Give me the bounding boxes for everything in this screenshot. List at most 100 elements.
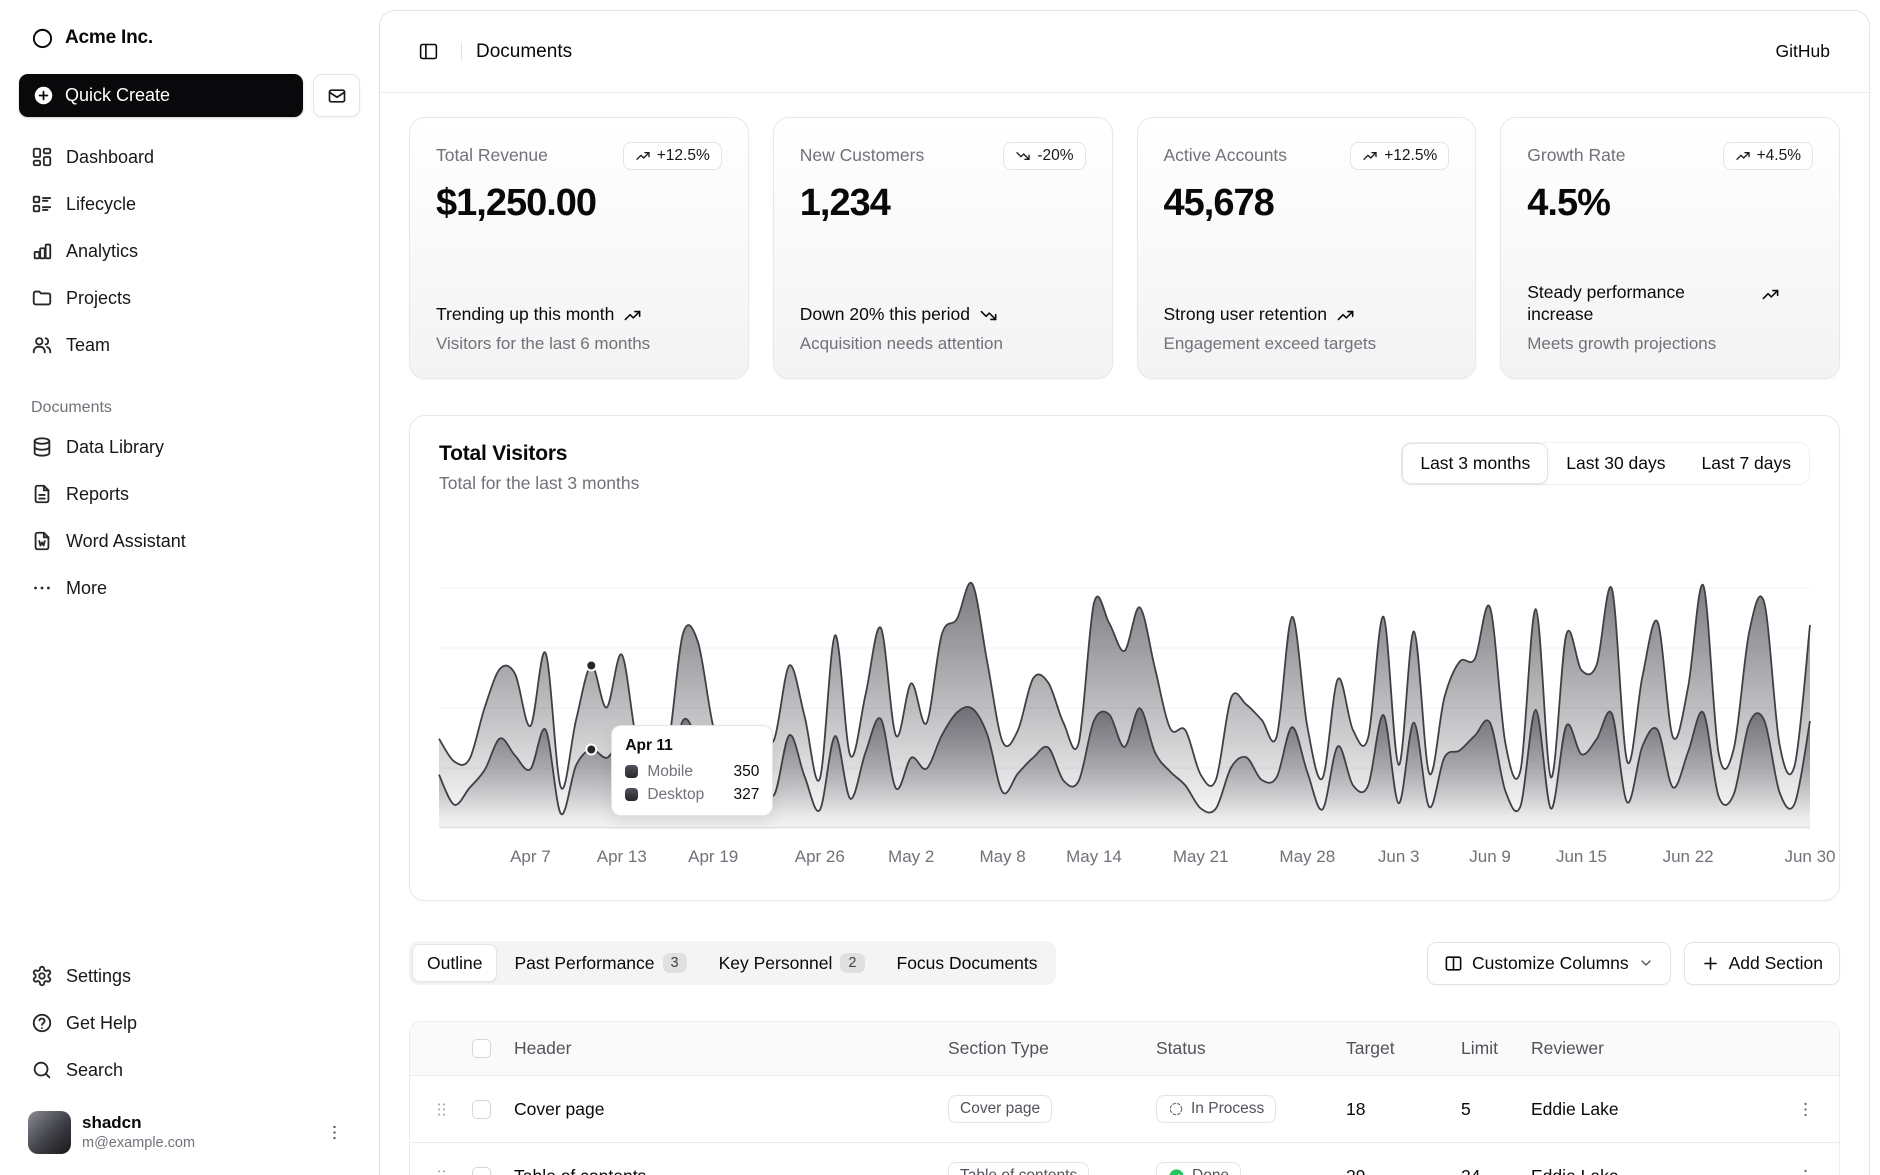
table-row: Cover page Cover page In Process 18 5 Ed… (410, 1075, 1839, 1142)
sidebar-item-search[interactable]: Search (19, 1048, 360, 1092)
avatar (28, 1111, 71, 1154)
sidebar-item-projects[interactable]: Projects (19, 276, 360, 320)
loader-icon (1168, 1101, 1184, 1117)
trending-up-icon (623, 306, 642, 325)
select-all-checkbox[interactable] (472, 1039, 491, 1058)
list-details-icon (31, 193, 53, 215)
grip-vertical-icon (432, 1167, 451, 1175)
row-checkbox[interactable] (472, 1100, 491, 1119)
tooltip-row: Mobile 350 (625, 763, 759, 781)
cell-target: 29 (1346, 1166, 1461, 1175)
sidebar-item-reports[interactable]: Reports (19, 472, 360, 516)
sidebar-item-lifecycle[interactable]: Lifecycle (19, 182, 360, 226)
dashboard-icon (31, 146, 53, 168)
svg-text:Apr 7: Apr 7 (510, 847, 551, 866)
row-checkbox[interactable] (472, 1167, 491, 1175)
tab-focus-documents[interactable]: Focus Documents (882, 944, 1053, 982)
range-last-7-days[interactable]: Last 7 days (1684, 443, 1810, 484)
range-last-3-months[interactable]: Last 3 months (1402, 443, 1548, 484)
sidebar-item-data-library[interactable]: Data Library (19, 425, 360, 469)
sidebar-item-analytics[interactable]: Analytics (19, 229, 360, 273)
svg-text:May 14: May 14 (1066, 847, 1122, 866)
stat-card-total-revenue: Total Revenue +12.5% $1,250.00 Trending … (409, 117, 749, 379)
svg-text:Apr 19: Apr 19 (688, 847, 738, 866)
svg-text:Jun 22: Jun 22 (1663, 847, 1714, 866)
svg-text:Jun 3: Jun 3 (1378, 847, 1420, 866)
sidebar-item-settings[interactable]: Settings (19, 954, 360, 998)
trending-up-icon (1336, 306, 1355, 325)
tab-key-personnel[interactable]: Key Personnel2 (704, 944, 880, 982)
customize-columns-button[interactable]: Customize Columns (1427, 942, 1671, 985)
stat-value: $1,250.00 (436, 182, 722, 225)
check-circle-icon (1168, 1168, 1185, 1175)
brand[interactable]: Acme Inc. (19, 16, 360, 60)
drag-handle[interactable] (426, 1094, 456, 1124)
tab-count-badge: 3 (663, 953, 687, 973)
svg-text:May 28: May 28 (1279, 847, 1335, 866)
drag-handle[interactable] (426, 1161, 456, 1175)
trend-badge: +12.5% (1350, 142, 1449, 170)
stat-subnote: Engagement exceed targets (1164, 334, 1450, 354)
stat-card-growth-rate: Growth Rate +4.5% 4.5% Steady performanc… (1500, 117, 1840, 379)
stat-footnote: Down 20% this period (800, 304, 1086, 326)
row-menu-button[interactable] (1788, 1159, 1822, 1175)
tab-count-badge: 2 (840, 953, 864, 973)
page-title: Documents (476, 41, 572, 63)
trending-up-icon (1362, 148, 1378, 164)
circle-plus-icon (33, 85, 54, 106)
view-tabs: Outline Past Performance3 Key Personnel2… (409, 941, 1056, 985)
stat-footnote: Steady performance increase (1527, 282, 1813, 326)
column-header-target: Target (1346, 1038, 1461, 1059)
panel-left-icon (418, 41, 439, 62)
acme-logo-icon (31, 27, 54, 50)
nav-label: Team (66, 335, 110, 356)
nav-label: Projects (66, 288, 131, 309)
column-header-reviewer: Reviewer (1531, 1038, 1771, 1059)
github-link[interactable]: GitHub (1766, 33, 1840, 70)
user-menu[interactable]: shadcn m@example.com (19, 1104, 360, 1161)
trending-up-icon (1735, 148, 1751, 164)
column-header-header: Header (514, 1038, 948, 1059)
tab-past-performance[interactable]: Past Performance3 (499, 944, 701, 982)
database-icon (31, 436, 53, 458)
row-menu-button[interactable] (1788, 1092, 1822, 1126)
cell-limit: 5 (1461, 1099, 1531, 1120)
chart-area[interactable]: Apr 7Apr 13Apr 19Apr 26May 2May 8May 14M… (439, 528, 1810, 876)
sidebar-item-more[interactable]: More (19, 566, 360, 610)
page-header: Documents GitHub (380, 11, 1869, 93)
visitors-area-chart: Apr 7Apr 13Apr 19Apr 26May 2May 8May 14M… (439, 528, 1810, 876)
svg-text:May 8: May 8 (979, 847, 1025, 866)
cell-target: 18 (1346, 1099, 1461, 1120)
cell-limit: 24 (1461, 1166, 1531, 1175)
user-menu-button[interactable] (317, 1116, 351, 1150)
cell-header[interactable]: Cover page (514, 1099, 948, 1120)
header-divider (461, 42, 462, 61)
sidebar-item-get-help[interactable]: Get Help (19, 1001, 360, 1045)
range-last-30-days[interactable]: Last 30 days (1548, 443, 1683, 484)
inbox-button[interactable] (313, 74, 360, 117)
brand-name: Acme Inc. (65, 27, 153, 49)
cell-header[interactable]: Table of contents (514, 1166, 948, 1175)
sidebar-main-nav: Dashboard Lifecycle Analytics Projects T… (19, 135, 360, 367)
stat-label: Active Accounts (1164, 142, 1288, 166)
quick-create-button[interactable]: Quick Create (19, 74, 303, 117)
stat-value: 4.5% (1527, 182, 1813, 225)
sidebar-item-dashboard[interactable]: Dashboard (19, 135, 360, 179)
gear-icon (31, 965, 53, 987)
stat-label: New Customers (800, 142, 924, 166)
nav-label: Data Library (66, 437, 164, 458)
stat-subnote: Acquisition needs attention (800, 334, 1086, 354)
tab-outline[interactable]: Outline (412, 944, 497, 982)
sidebar-item-word-assistant[interactable]: Word Assistant (19, 519, 360, 563)
sidebar-toggle-button[interactable] (409, 33, 447, 71)
nav-label: Settings (66, 966, 131, 987)
sidebar-item-team[interactable]: Team (19, 323, 360, 367)
nav-label: Analytics (66, 241, 138, 262)
add-section-button[interactable]: Add Section (1684, 942, 1840, 985)
sidebar-footer-nav: Settings Get Help Search (19, 954, 360, 1092)
sections-table: Header Section Type Status Target Limit … (409, 1021, 1840, 1175)
tooltip-date: Apr 11 (625, 737, 759, 755)
dots-vertical-icon (1796, 1100, 1815, 1119)
table-toolbar: Outline Past Performance3 Key Personnel2… (409, 941, 1840, 985)
svg-text:May 21: May 21 (1173, 847, 1229, 866)
